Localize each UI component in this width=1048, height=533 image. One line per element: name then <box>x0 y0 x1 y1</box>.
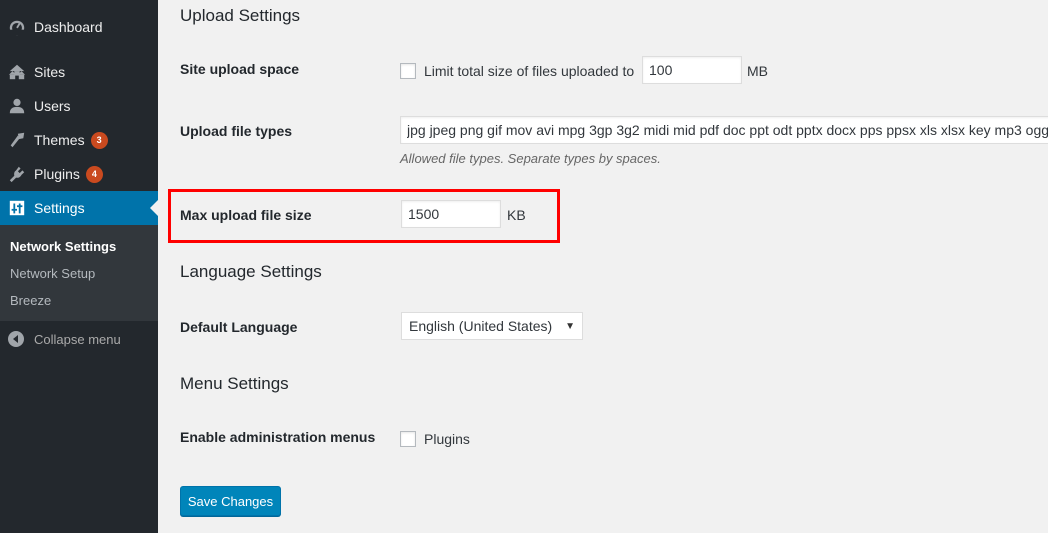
default-language-select[interactable]: English (United States) ▼ <box>401 312 583 340</box>
upload-file-types-input[interactable] <box>400 116 1048 144</box>
update-count-badge: 4 <box>85 165 103 183</box>
plugins-menu-checkbox[interactable] <box>400 431 416 447</box>
language-settings-heading: Language Settings <box>180 262 322 281</box>
collapse-menu-button[interactable]: Collapse menu <box>0 322 158 356</box>
update-count-badge: 3 <box>90 131 108 149</box>
sidebar-item-sites[interactable]: Sites <box>0 55 158 89</box>
menu-settings-heading: Menu Settings <box>180 374 289 393</box>
settings-submenu: Network Settings Network Setup Breeze <box>0 225 158 321</box>
plugins-icon <box>7 164 27 184</box>
sidebar-item-plugins[interactable]: Plugins 4 <box>0 157 158 191</box>
dashboard-icon <box>7 17 27 37</box>
sidebar-item-label: Dashboard <box>34 19 103 35</box>
sidebar-item-users[interactable]: Users <box>0 89 158 123</box>
sidebar-item-dashboard[interactable]: Dashboard <box>0 10 158 44</box>
sidebar-item-label: Settings <box>34 200 85 216</box>
themes-icon <box>7 130 27 150</box>
sidebar-item-label: Plugins <box>34 166 80 182</box>
upload-space-unit: MB <box>747 63 768 79</box>
max-upload-file-size-unit: KB <box>507 207 526 223</box>
sidebar-item-label: Sites <box>34 64 66 80</box>
collapse-arrow-icon <box>8 331 24 347</box>
limit-upload-space-checkbox[interactable] <box>400 63 416 79</box>
save-changes-button[interactable]: Save Changes <box>180 486 281 516</box>
max-upload-file-size-input[interactable] <box>401 200 501 228</box>
users-icon <box>7 96 27 116</box>
admin-sidebar: Dashboard Sites Users Themes 3 Plugins 4… <box>0 0 158 533</box>
sidebar-item-settings[interactable]: Settings <box>0 191 158 225</box>
limit-upload-space-label: Limit total size of files uploaded to <box>424 63 635 79</box>
enable-admin-menus-label: Enable administration menus <box>180 429 376 445</box>
upload-file-types-description: Allowed file types. Separate types by sp… <box>400 151 661 166</box>
upload-file-types-label: Upload file types <box>180 123 293 139</box>
settings-icon <box>7 198 27 218</box>
submenu-breeze[interactable]: Breeze <box>10 293 51 308</box>
default-language-selected: English (United States) <box>409 318 553 334</box>
upload-space-input[interactable] <box>642 56 742 84</box>
submenu-network-setup[interactable]: Network Setup <box>10 266 95 281</box>
sites-icon <box>7 62 27 82</box>
collapse-menu-label: Collapse menu <box>34 331 121 347</box>
sidebar-item-label: Themes <box>34 132 85 148</box>
upload-settings-heading: Upload Settings <box>180 6 301 25</box>
submenu-network-settings[interactable]: Network Settings <box>10 239 116 254</box>
plugins-menu-label: Plugins <box>424 431 470 447</box>
sidebar-item-label: Users <box>34 98 71 114</box>
dropdown-arrow-icon: ▼ <box>565 320 575 332</box>
max-upload-file-size-label: Max upload file size <box>180 207 312 223</box>
default-language-label: Default Language <box>180 319 298 335</box>
sidebar-item-themes[interactable]: Themes 3 <box>0 123 158 157</box>
site-upload-space-label: Site upload space <box>180 61 300 77</box>
